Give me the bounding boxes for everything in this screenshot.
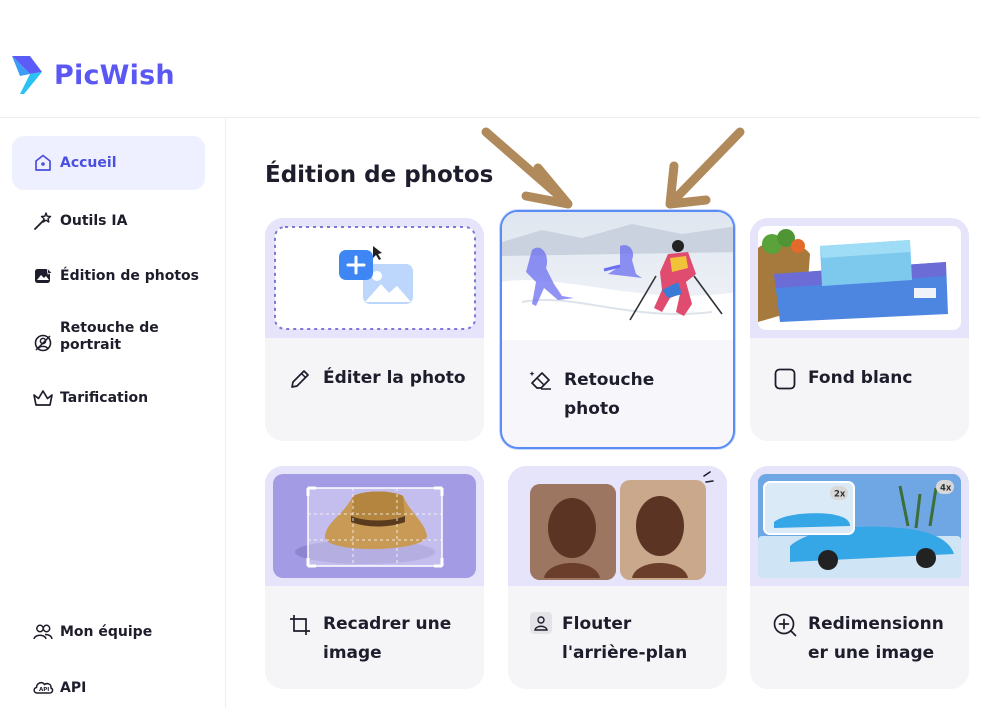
card-thumbnail <box>750 218 969 338</box>
annotation-arrow-left-icon <box>481 127 573 209</box>
card-label: Flouter l'arrière-plan <box>530 610 702 668</box>
sidebar-item-outils-ia[interactable]: Outils IA <box>12 208 205 234</box>
sidebar-item-retouche-portrait[interactable]: Retouche de portrait <box>12 316 205 354</box>
api-icon: API <box>32 677 54 699</box>
zoom-badge-4x: 4x <box>940 484 952 494</box>
card-redimensionner-image[interactable]: 2x 4x Redimensionner une image <box>750 466 969 689</box>
eraser-icon <box>528 368 554 394</box>
magic-wand-icon <box>32 210 54 232</box>
photo-edit-icon <box>32 265 54 287</box>
sidebar-item-api[interactable]: API API <box>12 675 205 701</box>
card-label: Fond blanc <box>772 364 912 393</box>
sidebar-item-edition-photos[interactable]: Édition de photos <box>12 263 205 289</box>
home-icon <box>32 152 54 174</box>
card-label: Retouche photo <box>528 366 674 424</box>
crop-icon <box>287 612 313 638</box>
sidebar-item-label: Outils IA <box>60 213 128 229</box>
sidebar-item-accueil[interactable]: Accueil <box>12 136 205 190</box>
brand-logo[interactable]: PicWish <box>10 52 175 98</box>
card-label: Recadrer une image <box>287 610 453 668</box>
card-title: Retouche photo <box>564 370 655 419</box>
zoom-badge-2x: 2x <box>834 490 846 500</box>
square-icon <box>772 366 798 392</box>
sidebar-item-label: Retouche de portrait <box>60 320 159 353</box>
sidebar-item-mon-equipe[interactable]: Mon équipe <box>12 619 205 645</box>
page-title: Édition de photos <box>265 162 494 188</box>
card-thumbnail <box>265 466 484 586</box>
blur-icon <box>530 612 552 634</box>
card-title: Éditer la photo <box>323 368 466 388</box>
picwish-logo-icon <box>12 56 42 94</box>
card-thumbnail: 2x 4x <box>750 466 969 586</box>
card-title: Recadrer une image <box>323 614 452 663</box>
pencil-icon <box>287 366 313 392</box>
crown-icon <box>32 387 54 409</box>
card-fond-blanc[interactable]: Fond blanc <box>750 218 969 441</box>
zoom-in-icon <box>772 612 798 638</box>
card-label: Éditer la photo <box>287 364 466 393</box>
team-icon <box>32 621 54 643</box>
sidebar-item-label: Édition de photos <box>60 268 199 284</box>
card-title: Fond blanc <box>808 368 913 388</box>
annotation-arrow-right-icon <box>665 127 745 209</box>
card-thumbnail <box>502 212 733 340</box>
card-title: Flouter l'arrière-plan <box>562 614 688 663</box>
brand-name: PicWish <box>54 59 175 91</box>
card-flouter-arriere-plan[interactable]: Flouter l'arrière-plan <box>508 466 727 689</box>
header-divider <box>0 117 980 118</box>
sidebar-item-label: Mon équipe <box>60 624 153 640</box>
sidebar-item-label: API <box>60 680 87 696</box>
svg-text:API: API <box>39 687 49 693</box>
sidebar-item-label: Accueil <box>60 155 117 171</box>
portrait-icon <box>32 332 54 354</box>
card-thumbnail <box>265 218 484 338</box>
card-retouche-photo[interactable]: Retouche photo <box>500 210 735 449</box>
card-recadrer-image[interactable]: Recadrer une image <box>265 466 484 689</box>
sidebar-item-label: Tarification <box>60 390 149 406</box>
card-thumbnail <box>508 466 727 586</box>
sidebar-item-tarification[interactable]: Tarification <box>12 385 205 411</box>
card-title: Redimensionner une image <box>808 614 944 663</box>
sidebar-divider <box>225 118 226 708</box>
card-editer-photo[interactable]: Éditer la photo <box>265 218 484 441</box>
card-label: Redimensionner une image <box>772 610 948 668</box>
